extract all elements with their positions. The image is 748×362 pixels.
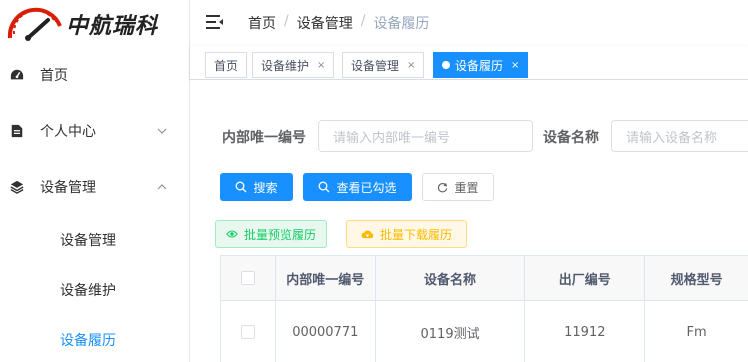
close-icon[interactable]: × [511,60,519,71]
row-checkbox[interactable] [240,325,255,339]
tag-device-maintenance[interactable]: 设备维护 × [252,52,335,78]
table-header-row: 内部唯一编号 设备名称 出厂编号 规格型号 [221,256,748,301]
sidebar-item-label: 首页 [40,68,68,84]
tags-view: 首页 设备维护 × 设备管理 × 设备履历 × [190,46,748,80]
select-all-header [221,256,276,301]
search-button-label: 搜索 [253,180,278,195]
breadcrumb: 首页 / 设备管理 / 设备履历 [248,13,429,33]
device-name-input[interactable]: 请输入设备名称 [611,120,748,152]
internal-id-placeholder: 请输入内部唯一编号 [333,130,451,146]
search-icon [319,181,330,193]
logo-text: 中航瑞科 [66,14,159,39]
breadcrumb-item[interactable]: 设备管理 [297,13,353,33]
hamburger-icon[interactable] [206,14,224,30]
breadcrumb-separator: / [284,13,289,29]
main-content: 内部唯一编号 请输入内部唯一编号 设备名称 请输入设备名称 搜索 查看已勾选 重… [190,80,748,362]
internal-id-input[interactable]: 请输入内部唯一编号 [318,120,533,152]
select-all-checkbox[interactable] [240,271,255,285]
batch-preview-button-label: 批量预览履历 [243,227,316,242]
row-select-cell [221,301,276,362]
cloud-download-icon [361,229,374,238]
sidebar-subitem-device-maintenance[interactable]: 设备维护 [0,265,190,315]
sidebar: 中航瑞科 首页 个人中心 设备管理 设备管理 设备维护 设备履历 [0,0,190,362]
sidebar-subitem-label: 设备维护 [60,283,116,299]
sidebar-subitem-device-management[interactable]: 设备管理 [0,215,190,265]
breadcrumb-item-current: 设备履历 [373,16,430,32]
logo-speedometer-icon [7,7,62,41]
table-cell: Fm [686,324,707,340]
reset-button[interactable]: 重置 [422,173,494,201]
table-row[interactable]: 00000771 0119测试 11912 Fm [221,301,748,362]
breadcrumb-item[interactable]: 首页 [248,13,276,33]
navbar: 首页 / 设备管理 / 设备履历 [190,0,748,46]
reset-button-label: 重置 [454,180,479,195]
tag-device-history[interactable]: 设备履历 × [433,52,529,78]
sidebar-item-personal-center[interactable]: 个人中心 [0,103,190,159]
device-history-table: 内部唯一编号 设备名称 出厂编号 规格型号 00000771 0119测试 11… [220,255,748,362]
view-checked-button[interactable]: 查看已勾选 [303,173,412,201]
sidebar-item-home[interactable]: 首页 [0,47,190,103]
sidebar-subitem-label: 设备履历 [60,333,116,349]
column-header: 设备名称 [375,256,526,301]
tag-label: 设备履历 [455,58,504,73]
chevron-down-icon [157,128,167,134]
logo: 中航瑞科 [0,0,190,46]
search-icon [236,181,247,193]
breadcrumb-separator: / [360,13,366,29]
column-header: 规格型号 [645,256,748,301]
tag-label: 设备维护 [261,58,310,73]
tag-label: 首页 [214,58,239,73]
batch-download-button-label: 批量下载履历 [379,227,452,242]
close-icon[interactable]: × [317,60,325,71]
internal-id-label: 内部唯一编号 [222,130,306,146]
column-header: 内部唯一编号 [275,256,376,301]
table-cell: 00000771 [276,301,376,362]
eye-icon [226,230,238,238]
batch-preview-button[interactable]: 批量预览履历 [215,220,327,248]
table-cell: 11912 [525,301,646,362]
batch-download-button[interactable]: 批量下载履历 [346,220,467,248]
tag-device-management[interactable]: 设备管理 × [342,52,425,78]
tag-home[interactable]: 首页 [205,52,248,78]
sidebar-item-label: 设备管理 [40,180,96,196]
sidebar-item-device-management[interactable]: 设备管理 [0,159,190,215]
chevron-up-icon [157,184,167,190]
refresh-icon [438,182,448,192]
active-dot-icon [442,61,450,69]
device-name-label: 设备名称 [543,130,599,146]
search-button[interactable]: 搜索 [220,173,293,201]
sidebar-subitem-label: 设备管理 [60,233,116,249]
column-header: 出厂编号 [525,256,646,301]
close-icon[interactable]: × [407,60,415,71]
layers-icon [10,180,24,194]
view-checked-button-label: 查看已勾选 [336,180,397,195]
document-icon [11,124,23,138]
device-name-placeholder: 请输入设备名称 [626,130,718,146]
table-cell: 0119测试 [376,301,526,362]
sidebar-item-label: 个人中心 [40,124,96,140]
sidebar-subitem-device-history[interactable]: 设备履历 [0,315,190,362]
dashboard-icon [10,69,24,80]
tag-label: 设备管理 [351,58,400,73]
